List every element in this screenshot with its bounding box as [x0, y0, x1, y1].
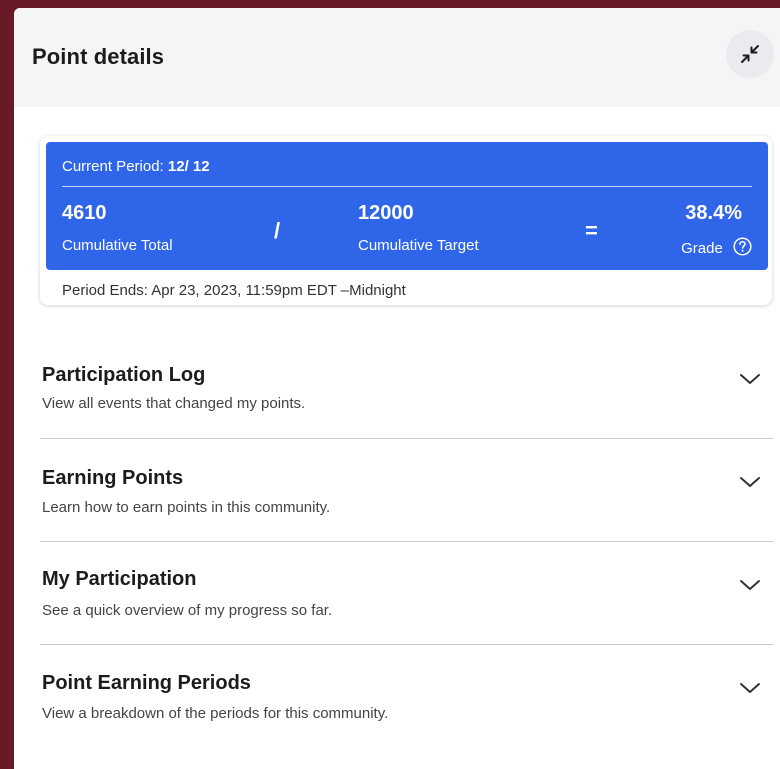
chevron-down-icon[interactable]	[739, 372, 761, 386]
chevron-down-icon[interactable]	[739, 681, 761, 695]
section-title: Participation Log	[42, 364, 206, 386]
question-circle-icon[interactable]	[733, 237, 752, 260]
panel-header: Point details	[14, 8, 780, 107]
section-title: Point Earning Periods	[42, 672, 251, 694]
grade-value: 38.4%	[685, 202, 742, 224]
grade-label: Grade	[681, 240, 723, 257]
card-divider	[62, 186, 752, 187]
divide-operator: /	[274, 218, 281, 243]
section-subtitle: View all events that changed my points.	[42, 395, 306, 412]
current-period-card: Current Period: 12/ 12 4610 Cumulative T…	[40, 136, 772, 305]
section-title: My Participation	[42, 568, 197, 590]
section-subtitle: View a breakdown of the periods for this…	[42, 705, 389, 722]
section-subtitle: Learn how to earn points in this communi…	[42, 499, 331, 516]
current-period-value: 12/ 12	[167, 158, 210, 175]
collapse-button[interactable]	[726, 30, 774, 78]
point-details-panel: Point details Current Period: 12/ 12 461…	[14, 8, 780, 769]
chevron-down-icon[interactable]	[739, 578, 761, 592]
section-title: Earning Points	[42, 467, 184, 489]
chevron-down-icon[interactable]	[739, 475, 761, 489]
my-participation-section[interactable]: My Participation See a quick overview of…	[40, 541, 773, 644]
participation-log-section[interactable]: Participation Log View all events that c…	[40, 338, 773, 441]
current-period-label: Current Period:	[62, 158, 164, 175]
earning-points-section[interactable]: Earning Points Learn how to earn points …	[40, 438, 773, 541]
grade-label-row: Grade	[681, 237, 752, 260]
cumulative-total-label: Cumulative Total	[62, 237, 173, 254]
section-subtitle: See a quick overview of my progress so f…	[42, 602, 333, 619]
cumulative-target-label: Cumulative Target	[358, 237, 479, 254]
panel-title: Point details	[32, 44, 165, 69]
collapse-arrows-icon	[741, 45, 759, 63]
point-earning-periods-section[interactable]: Point Earning Periods View a breakdown o…	[40, 644, 773, 747]
equals-operator: =	[585, 218, 598, 243]
cumulative-target-value: 12000	[358, 202, 414, 224]
current-period-line: Current Period: 12/ 12	[62, 158, 210, 175]
cumulative-total-value: 4610	[62, 202, 107, 224]
period-ends-text: Period Ends: Apr 23, 2023, 11:59pm EDT –…	[62, 282, 406, 299]
period-summary: Current Period: 12/ 12 4610 Cumulative T…	[46, 142, 768, 270]
